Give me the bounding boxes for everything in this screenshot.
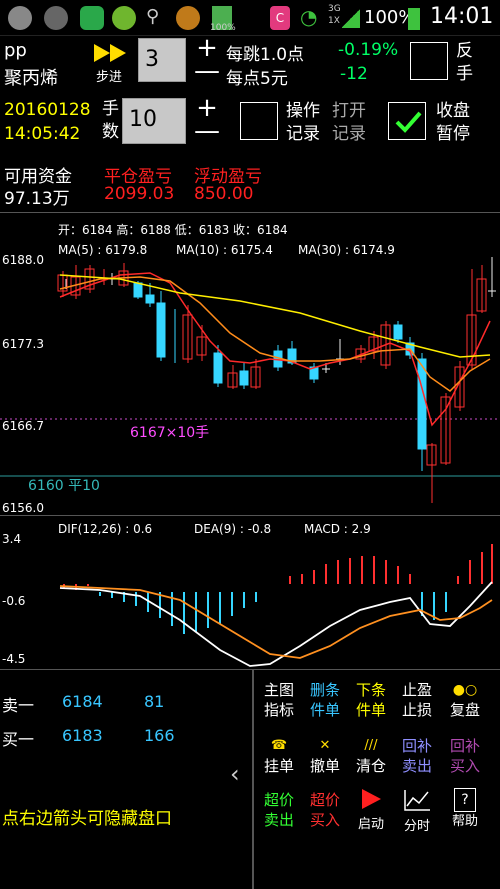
back-buy-button[interactable]: 回补 买入 xyxy=(440,736,490,776)
symbol-code: pp xyxy=(4,40,27,61)
super-sell-button[interactable]: 超价 卖出 xyxy=(256,790,302,830)
place-order-label: 挂单 xyxy=(263,757,294,775)
add-notification-icon xyxy=(8,6,32,30)
super-buy-button[interactable]: 超价 买入 xyxy=(302,790,348,830)
lots-minus-button[interactable]: — xyxy=(194,118,220,146)
lots-input[interactable]: 10 xyxy=(122,98,186,144)
play-icon xyxy=(362,789,381,809)
step-label: 步进 xyxy=(96,70,123,85)
candlesticks xyxy=(57,257,496,503)
op-record-label[interactable]: 操作 记录 xyxy=(286,100,320,146)
clock-time: 14:01 xyxy=(430,4,494,29)
replay-button[interactable]: ●○ 复盘 xyxy=(440,680,490,720)
app-notification-icon xyxy=(44,6,68,30)
app-c-icon: C xyxy=(270,6,290,30)
point-info: 每点5元 xyxy=(226,69,288,89)
timeshare-button[interactable]: 分时 xyxy=(394,788,440,837)
pause-label[interactable]: 收盘 暂停 xyxy=(436,100,470,146)
status-bar: ⚲ 100% C ◔ 3G 1X 100% 14:01 xyxy=(0,0,500,36)
battery-icon xyxy=(408,8,420,30)
ask-price: 6184 xyxy=(62,692,103,711)
trade-time: 14:05:42 xyxy=(4,124,81,144)
bid-volume: 166 xyxy=(144,726,175,745)
closed-pnl-value: 2099.03 xyxy=(104,184,175,204)
hide-orderbook-hint: 点右边箭头可隐藏盘口 xyxy=(2,809,172,829)
signal-icon xyxy=(342,8,360,28)
slashes-icon: /// xyxy=(364,738,378,753)
cancel-order-button[interactable]: ✕ 撤单 xyxy=(302,736,348,776)
timeshare-label: 分时 xyxy=(403,819,430,834)
step-minus-button[interactable]: — xyxy=(194,58,220,86)
clear-position-button[interactable]: /// 清仓 xyxy=(348,736,394,776)
cancel-order-label: 撤单 xyxy=(309,757,340,775)
op-record-checkbox[interactable] xyxy=(240,102,278,140)
clear-position-label: 清仓 xyxy=(355,757,386,775)
phone-icon: ☎ xyxy=(270,738,288,753)
ask-volume: 81 xyxy=(144,692,165,711)
vertical-divider xyxy=(252,670,254,889)
delete-cond-order-button[interactable]: 删条 件单 xyxy=(302,680,348,720)
check-icon xyxy=(395,111,422,133)
place-order-button[interactable]: ☎ 挂单 xyxy=(256,736,302,776)
cross-icon: ✕ xyxy=(319,738,331,753)
kline-svg xyxy=(0,257,500,503)
usb-icon: ⚲ xyxy=(146,6,160,27)
change-percent: -0.19% xyxy=(338,40,399,60)
lots-label: 手 数 xyxy=(102,99,119,142)
stop-profit-loss-button[interactable]: 止盈 止损 xyxy=(394,680,440,720)
dif-line xyxy=(59,581,493,667)
place-cond-order-button[interactable]: 下条 件单 xyxy=(348,680,394,720)
macd-chart[interactable]: DIF(12,26) : 0.6 DEA(9) : -0.8 MACD : 2.… xyxy=(0,516,500,670)
network-label: 3G xyxy=(328,4,341,14)
replay-label: 复盘 xyxy=(449,701,480,719)
collapse-arrow-icon[interactable]: ‹ xyxy=(230,760,248,794)
help-icon: ? xyxy=(454,788,476,812)
ma30-line xyxy=(59,274,491,358)
step-arrow-icon[interactable] xyxy=(92,42,132,64)
available-funds-value: 97.13万 xyxy=(4,189,70,209)
help-label: 帮助 xyxy=(451,814,478,829)
main-indicator-button[interactable]: 主图 指标 xyxy=(256,680,302,720)
kline-chart[interactable]: 开：6184 高：6188 低：6183 收：6184 MA(5) : 6179… xyxy=(0,212,500,516)
ask-label: 卖一 xyxy=(2,696,35,715)
reverse-checkbox[interactable] xyxy=(410,42,448,80)
wifi-icon: ◔ xyxy=(300,5,318,29)
open-record-label[interactable]: 打开 记录 xyxy=(332,100,366,146)
compass-app-icon xyxy=(112,6,136,30)
p-app-icon xyxy=(80,6,104,30)
bid-label: 买一 xyxy=(2,730,35,749)
pause-checkbox[interactable] xyxy=(388,102,426,140)
step-input[interactable]: 3 xyxy=(138,38,186,82)
tick-info: 每跳1.0点 xyxy=(226,45,305,65)
start-label: 启动 xyxy=(357,817,384,832)
battery-small-label: 100% xyxy=(210,23,236,33)
macd-svg xyxy=(59,544,493,667)
change-absolute: -12 xyxy=(340,64,368,84)
face-app-icon xyxy=(176,6,200,30)
position-label: 6167×10手 xyxy=(130,425,210,441)
reverse-label[interactable]: 反 手 xyxy=(456,40,473,86)
start-button[interactable]: 启动 xyxy=(348,788,394,835)
float-pnl-value: 850.00 xyxy=(194,184,254,204)
line-chart-icon xyxy=(404,790,430,811)
network-sub-label: 1X xyxy=(328,16,340,26)
close-position-label: 6160 平10 xyxy=(28,478,100,494)
bid-price: 6183 xyxy=(62,726,103,745)
help-button[interactable]: ? 帮助 xyxy=(440,788,490,832)
trade-date: 20160128 xyxy=(4,100,91,120)
double-arrow-right-icon xyxy=(94,44,126,62)
replay-dots-icon: ●○ xyxy=(452,682,478,698)
back-sell-button[interactable]: 回补 卖出 xyxy=(394,736,440,776)
symbol-name: 聚丙烯 xyxy=(4,68,58,89)
